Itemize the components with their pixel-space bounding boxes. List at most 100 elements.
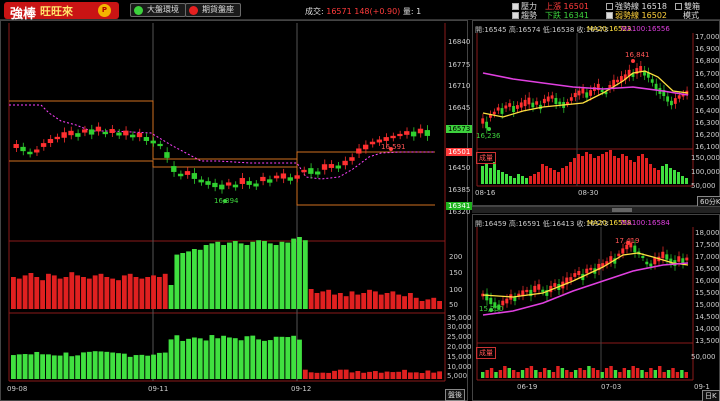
candle-body bbox=[546, 96, 550, 102]
volume-bar bbox=[525, 178, 528, 184]
candle-body bbox=[109, 129, 115, 133]
horizontal-scrollbar[interactable] bbox=[472, 206, 720, 213]
candle-body bbox=[504, 105, 508, 109]
candle-body bbox=[47, 138, 54, 144]
qty-value: 1 bbox=[416, 7, 422, 16]
indicator-bar bbox=[291, 335, 297, 379]
volume-bar bbox=[669, 168, 672, 184]
volume-bar bbox=[633, 162, 636, 184]
candle-body bbox=[20, 146, 26, 152]
candle-body bbox=[566, 101, 569, 105]
candle-body bbox=[496, 107, 500, 111]
candle-body bbox=[665, 254, 669, 260]
candle-body bbox=[649, 263, 653, 267]
vol-tick: 200 bbox=[449, 253, 463, 261]
candle-body bbox=[102, 131, 108, 135]
indicator-bar bbox=[314, 372, 320, 379]
volume-bar bbox=[349, 291, 355, 309]
market-environment-label: 大盤環境 bbox=[147, 5, 179, 14]
candle-body bbox=[315, 171, 321, 175]
volume-bar bbox=[180, 253, 186, 309]
indicator-bar bbox=[320, 372, 326, 379]
volume-bar bbox=[174, 254, 180, 309]
volume-bar bbox=[407, 293, 413, 309]
vol-tick: 150,000 bbox=[691, 154, 720, 162]
volume-bar bbox=[28, 273, 34, 309]
volume-bar bbox=[596, 370, 600, 378]
market-environment-button[interactable]: 大盤環境 bbox=[130, 3, 186, 17]
volume-bar bbox=[557, 172, 560, 184]
scrollbar-thumb[interactable] bbox=[612, 208, 632, 212]
volume-bar bbox=[589, 154, 592, 184]
volume-bar bbox=[542, 368, 547, 378]
volume-bar bbox=[501, 172, 504, 184]
volume-bar bbox=[489, 368, 494, 378]
candle-body bbox=[685, 257, 689, 261]
after-hours-button[interactable]: 盤後 bbox=[445, 389, 465, 401]
volume-bar bbox=[507, 368, 511, 378]
volume-bar bbox=[485, 370, 489, 378]
candle-body bbox=[184, 171, 191, 175]
volume-bar bbox=[681, 176, 684, 184]
volume-bar bbox=[529, 366, 534, 378]
candle-body bbox=[569, 277, 573, 281]
weak-line-checkbox[interactable] bbox=[606, 12, 613, 19]
candle-body bbox=[550, 95, 554, 99]
price-tick: 16710 bbox=[448, 82, 471, 90]
volume-bar bbox=[597, 156, 600, 184]
volume-bar bbox=[653, 168, 656, 184]
daily-k-button[interactable]: 日K bbox=[702, 390, 720, 401]
volume-bar bbox=[604, 368, 609, 378]
price-tick: 16,900 bbox=[695, 45, 720, 53]
price-tick: 17,500 bbox=[695, 241, 720, 249]
indicator-bar bbox=[133, 355, 139, 379]
candle-body bbox=[531, 102, 535, 108]
volume-bar bbox=[481, 166, 484, 184]
low-marker-label: 16,236 bbox=[476, 132, 501, 140]
futures-seat-button[interactable]: 期貨盤座 bbox=[185, 3, 241, 17]
indicator-bar bbox=[227, 337, 232, 379]
candle-body bbox=[198, 179, 204, 183]
candle-body bbox=[349, 157, 355, 161]
volume-bar bbox=[662, 372, 666, 378]
volume-bar bbox=[81, 277, 86, 309]
volume-bar bbox=[104, 277, 110, 309]
candle-body bbox=[537, 284, 541, 290]
right-daily-chart[interactable]: 開:16459 高:16591 低:16413 收:16573 MA20:165… bbox=[472, 214, 720, 401]
candle-body bbox=[157, 143, 163, 147]
volume-bar bbox=[517, 174, 520, 184]
strong-line-checkbox[interactable] bbox=[606, 3, 613, 10]
right-60min-chart[interactable]: 開:16545 高:16574 低:16538 收:16573 MA20:165… bbox=[472, 20, 720, 208]
candle-body bbox=[287, 177, 293, 181]
trend-checkbox[interactable] bbox=[512, 12, 519, 19]
volume-bar bbox=[625, 156, 628, 184]
candle-body bbox=[294, 175, 300, 179]
candle-body bbox=[600, 89, 604, 93]
left-intraday-chart[interactable]: 16840 16775 16710 16645 16450 16385 1632… bbox=[0, 20, 473, 401]
volume-bar bbox=[481, 372, 485, 378]
candle-body bbox=[641, 255, 645, 259]
volume-bar bbox=[587, 366, 591, 378]
price-tick: 15,000 bbox=[695, 301, 720, 309]
ind-tick: 15,000 bbox=[447, 353, 472, 361]
volume-bar bbox=[613, 370, 618, 378]
candle-body bbox=[554, 97, 558, 105]
volume-bar bbox=[534, 370, 538, 378]
date-label: 09-08 bbox=[7, 385, 28, 393]
indicator-bar bbox=[86, 351, 92, 379]
pressure-checkbox[interactable] bbox=[512, 3, 519, 10]
indicator-bar bbox=[308, 372, 314, 379]
indicator-bar bbox=[413, 372, 419, 379]
candle-body bbox=[585, 268, 589, 274]
volume-bar bbox=[46, 273, 51, 309]
ind-tick: 35,000 bbox=[447, 314, 472, 322]
price-change: 148(+0.90) bbox=[354, 7, 401, 16]
candle-body bbox=[383, 137, 389, 141]
candle-body bbox=[589, 90, 593, 96]
dual-box-checkbox[interactable] bbox=[675, 3, 682, 10]
ind-tick: 10,000 bbox=[447, 363, 472, 371]
volume-bar bbox=[75, 275, 81, 309]
volume-bar bbox=[609, 366, 613, 378]
candle-body bbox=[75, 133, 81, 137]
indicator-bar bbox=[81, 352, 86, 379]
